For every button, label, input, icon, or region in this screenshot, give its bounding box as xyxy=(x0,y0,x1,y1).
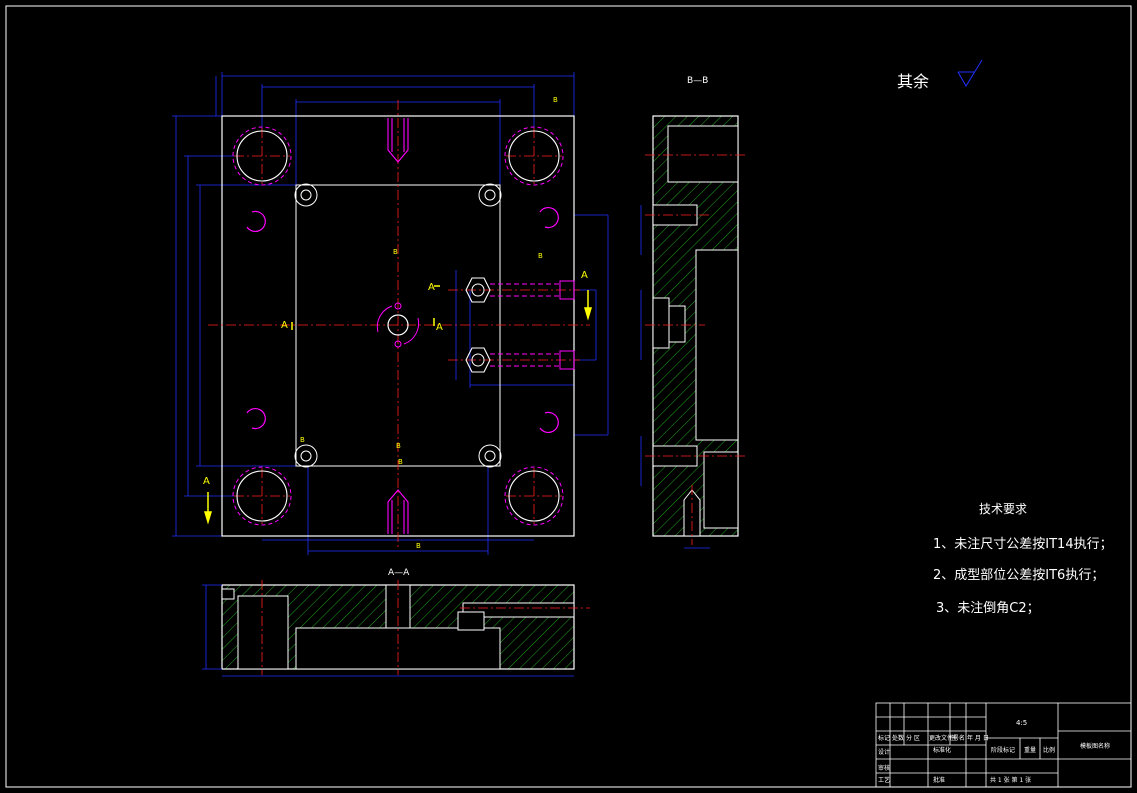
cad-drawing-canvas xyxy=(5,5,1132,788)
section-bb-title: B—B xyxy=(687,76,709,86)
tech-requirement-item: 2、成型部位公差按IT6执行； xyxy=(933,568,1105,583)
top-view-dimensions xyxy=(172,72,609,555)
tb-header: 工艺 xyxy=(878,777,891,784)
section-label-b: B xyxy=(393,248,398,256)
tech-requirement-item: 3、未注倒角C2； xyxy=(936,601,1040,616)
section-label-b: B xyxy=(416,542,421,550)
section-bb-view xyxy=(640,115,748,549)
tb-weight-label: 重量 xyxy=(1024,747,1037,754)
top-view-centerlines xyxy=(208,100,590,550)
tb-header: 签 名 xyxy=(951,735,965,742)
tb-drawing-name: 模板图名称 xyxy=(1080,743,1111,750)
section-label-a: A xyxy=(203,476,210,487)
surface-finish-symbol xyxy=(957,59,983,87)
screw-hole-arcs xyxy=(246,206,559,434)
section-aa-view xyxy=(202,580,590,677)
tech-requirement-item: 1、未注尺寸公差按IT14执行； xyxy=(933,537,1113,552)
tb-header: 标记 xyxy=(878,735,891,742)
section-label-a: A xyxy=(436,322,443,333)
tb-header: 标准化 xyxy=(933,747,952,754)
section-label-b: B xyxy=(396,442,401,450)
tb-header: 分 区 xyxy=(906,735,920,742)
surface-finish-note: 其余 xyxy=(897,72,930,91)
section-label-b: B xyxy=(398,458,403,466)
section-label-a: A xyxy=(428,282,435,293)
section-label-a: A xyxy=(281,320,288,331)
drawing-border xyxy=(5,5,1132,788)
tb-header: 批准 xyxy=(933,777,946,784)
tb-header: 年 月 日 xyxy=(967,735,989,742)
tb-header: 设计 xyxy=(878,749,891,756)
tb-header: 审核 xyxy=(878,765,891,772)
tb-sheet-info: 共 1 张 第 1 张 xyxy=(990,777,1032,784)
tech-requirements-title: 技术要求 xyxy=(979,502,1028,516)
top-view xyxy=(172,72,609,555)
section-label-a: A xyxy=(581,270,588,281)
section-label-b: B xyxy=(553,96,558,104)
tb-scale-label: 比例 xyxy=(1043,747,1056,754)
section-label-b: B xyxy=(300,436,305,444)
section-label-b: B xyxy=(538,252,543,260)
tb-stage-label: 阶段标记 xyxy=(991,747,1016,754)
tb-header: 处数 xyxy=(892,735,905,742)
section-aa-title: A—A xyxy=(388,568,410,578)
title-block-scale: 4:5 xyxy=(1016,719,1028,727)
